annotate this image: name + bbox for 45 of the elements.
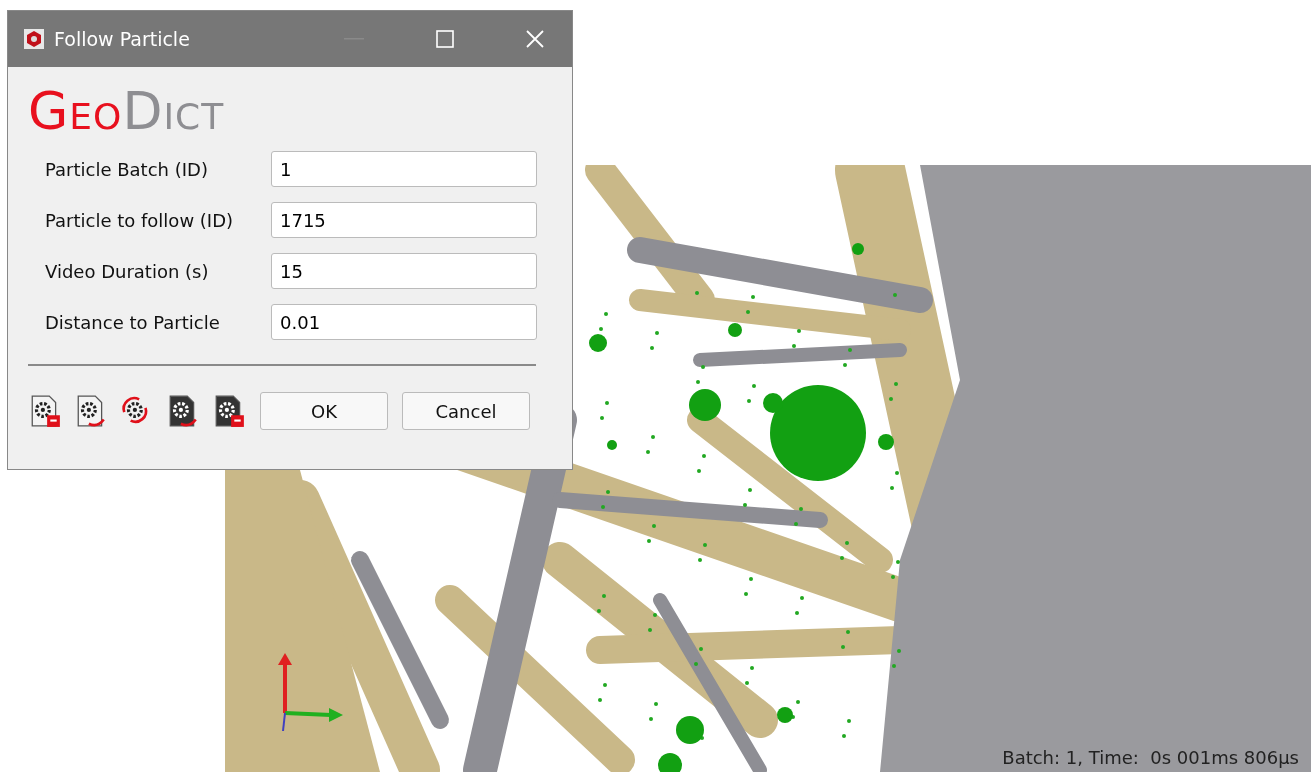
particle [604, 312, 608, 316]
axes-icon [275, 653, 345, 733]
particle [658, 753, 682, 772]
particle [847, 719, 851, 723]
maximize-icon[interactable] [436, 30, 454, 48]
particle [598, 698, 602, 702]
particle [792, 344, 796, 348]
particle [650, 346, 654, 350]
particle [796, 700, 800, 704]
particle [750, 666, 754, 670]
app-icon [24, 29, 44, 49]
particle [752, 384, 756, 388]
particle [892, 664, 896, 668]
particle [846, 630, 850, 634]
input-field[interactable]: 0.01 [271, 304, 537, 340]
field-label: Particle Batch (ID) [45, 158, 209, 180]
particle [843, 363, 847, 367]
particle [848, 348, 852, 352]
particle [599, 327, 603, 331]
particle [701, 365, 705, 369]
input-field[interactable]: 15 [271, 253, 537, 289]
particle [603, 683, 607, 687]
particle [654, 702, 658, 706]
particle [589, 334, 607, 352]
input-field[interactable]: 1715 [271, 202, 537, 238]
particle [694, 662, 698, 666]
field-label: Video Duration (s) [45, 260, 210, 282]
particle [696, 380, 700, 384]
dialog-button[interactable]: OK [260, 392, 388, 430]
input-field[interactable]: 1 [271, 151, 537, 187]
field-label: Distance to Particle [45, 311, 221, 333]
field-label: Particle to follow (ID) [45, 209, 235, 231]
logo: GeoDict [28, 81, 226, 141]
particle [852, 243, 864, 255]
particle [894, 382, 898, 386]
window-title: Follow Particle [54, 28, 191, 50]
status-text: Batch: 1, Time: 0s 001ms 806µs [1002, 747, 1299, 768]
close-icon[interactable] [526, 30, 544, 48]
particle [699, 647, 703, 651]
particle [897, 649, 901, 653]
particle [842, 734, 846, 738]
particle [649, 717, 653, 721]
particle [745, 681, 749, 685]
particle [841, 645, 845, 649]
particle [648, 628, 652, 632]
